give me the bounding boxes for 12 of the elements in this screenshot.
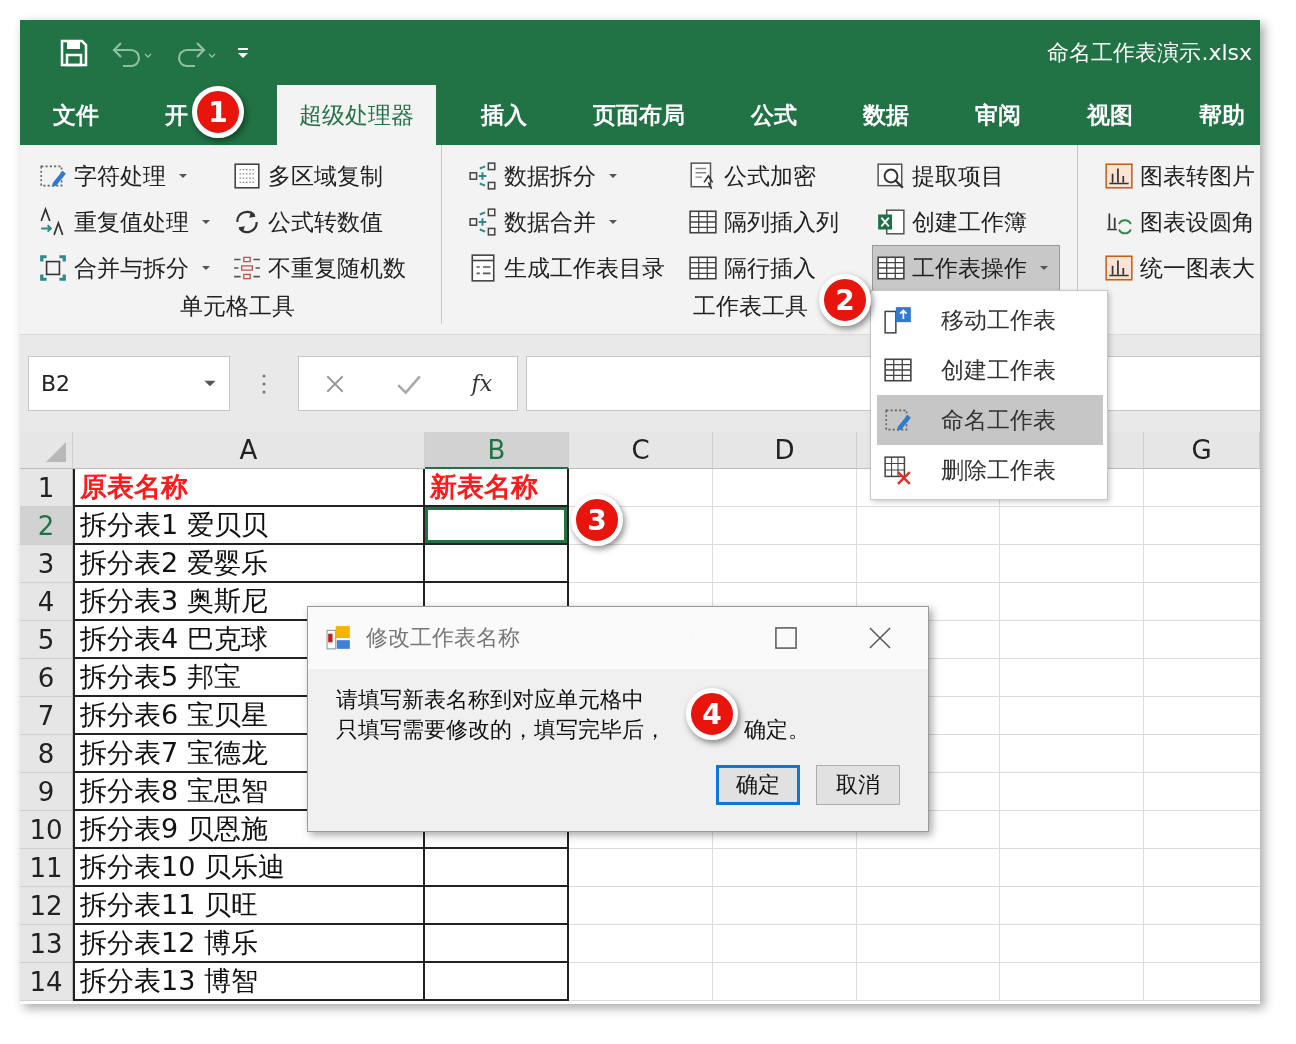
window-title: 命名工作表演示.xlsx	[1047, 38, 1252, 67]
table-cell: 拆分表12 博乐	[73, 925, 425, 963]
group-label: 工作表工具	[692, 292, 808, 321]
group-label: 单元格工具	[179, 292, 295, 321]
table-cell: 拆分表13 博智	[73, 963, 425, 1001]
table-cell: 拆分表11 贝旺	[73, 887, 425, 925]
table-cell: 新表名称	[425, 469, 569, 507]
table-cell: 拆分表2 爱婴乐	[73, 545, 425, 583]
dialog-message: 确定。	[744, 716, 810, 744]
table-cell: 原表名称	[73, 469, 425, 507]
table-cell: 拆分表1 爱贝贝	[73, 507, 425, 545]
table-cell: 拆分表10 贝乐迪	[73, 849, 425, 887]
